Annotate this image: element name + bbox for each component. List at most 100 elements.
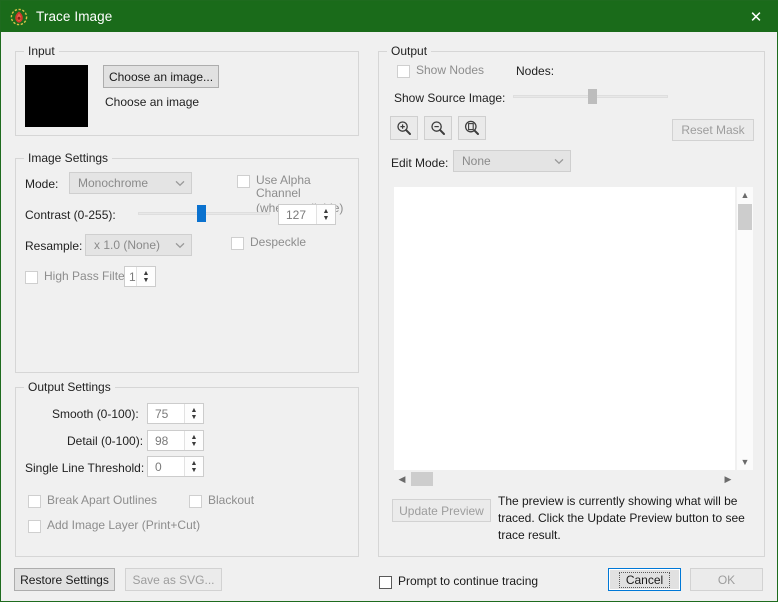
high-pass-filter-box [25,271,38,284]
single-line-threshold-stepper-down-icon[interactable]: ▼ [185,467,203,477]
zoom-out-icon[interactable] [424,116,452,140]
high-pass-filter-stepper-up-icon[interactable]: ▲ [137,267,155,277]
preview-vertical-scroll-thumb[interactable] [738,204,752,230]
cancel-button[interactable]: Cancel [608,568,681,591]
prompt-continue-tracing-box [379,576,392,589]
despeckle-checkbox[interactable]: Despeckle [231,236,306,250]
blackout-checkbox[interactable]: Blackout [189,494,254,508]
ok-button[interactable]: OK [690,568,763,591]
add-image-layer-label: Add Image Layer (Print+Cut) [47,518,201,532]
detail-stepper-down-icon[interactable]: ▼ [185,441,203,451]
use-alpha-channel-box [237,175,250,188]
preview-vertical-scrollbar[interactable]: ▲ ▼ [736,187,753,470]
detail-value: 98 [155,433,169,448]
contrast-stepper[interactable]: 127 ▲ ▼ [278,204,336,225]
high-pass-filter-label: High Pass Filter [44,269,129,283]
title-bar: Trace Image ✕ [1,1,778,32]
input-group-legend: Input [24,44,59,58]
chevron-down-icon [548,158,570,165]
edit-mode-label: Edit Mode: [391,156,449,170]
single-line-threshold-stepper-up-icon[interactable]: ▲ [185,457,203,467]
trace-preview-canvas[interactable] [394,187,735,470]
contrast-slider-thumb[interactable] [197,205,206,222]
show-source-image-label: Show Source Image: [394,91,506,105]
show-nodes-checkbox[interactable]: Show Nodes [397,64,484,78]
output-group-legend: Output [387,44,432,58]
input-thumbnail[interactable] [25,65,88,127]
nodes-label: Nodes: [516,64,555,78]
input-status-text: Choose an image [105,95,200,109]
edit-mode-select-value: None [462,154,491,168]
edit-mode-select[interactable]: None [453,150,571,172]
image-settings-legend: Image Settings [24,151,113,165]
smooth-label: Smooth (0-100): [52,407,139,421]
single-line-threshold-stepper[interactable]: 0 ▲ ▼ [147,456,204,477]
use-alpha-channel-label-line1: Use Alpha Channel [256,173,311,200]
choose-image-button[interactable]: Choose an image... [103,65,219,88]
break-apart-outlines-checkbox[interactable]: Break Apart Outlines [28,494,157,508]
detail-stepper-up-icon[interactable]: ▲ [185,431,203,441]
mode-select-value: Monochrome [78,176,149,190]
single-line-threshold-value: 0 [155,459,162,474]
trace-image-dialog: Trace Image ✕ Input Choose an image... C… [0,0,778,602]
blackout-label: Blackout [208,493,255,507]
zoom-fit-icon[interactable] [458,116,486,140]
detail-label: Detail (0-100): [67,434,144,448]
single-line-threshold-stepper-arrows[interactable]: ▲ ▼ [184,457,203,476]
scroll-left-icon[interactable]: ◀ [394,471,410,487]
save-as-svg-button[interactable]: Save as SVG... [125,568,222,591]
preview-horizontal-scrollbar[interactable]: ◀ ▶ [394,471,736,487]
despeckle-label: Despeckle [250,235,307,249]
show-nodes-label: Show Nodes [416,63,485,77]
update-preview-button[interactable]: Update Preview [392,499,491,522]
show-source-image-slider-thumb[interactable] [588,89,597,104]
window-title: Trace Image [36,9,113,24]
add-image-layer-box [28,520,41,533]
preview-help-line1: The preview is currently showing what wi… [498,494,738,508]
scroll-right-icon[interactable]: ▶ [720,471,736,487]
prompt-continue-tracing-label: Prompt to continue tracing [398,574,539,588]
high-pass-filter-checkbox[interactable]: High Pass Filter [25,270,129,284]
scroll-down-icon[interactable]: ▼ [737,454,753,470]
resample-select[interactable]: x 1.0 (None) [85,234,192,256]
add-image-layer-checkbox[interactable]: Add Image Layer (Print+Cut) [28,519,200,533]
contrast-slider[interactable] [138,204,270,222]
show-nodes-box [397,65,410,78]
cancel-button-label: Cancel [618,571,671,588]
chevron-down-icon [169,180,191,187]
detail-stepper-arrows[interactable]: ▲ ▼ [184,431,203,450]
detail-stepper[interactable]: 98 ▲ ▼ [147,430,204,451]
preview-help-text: The preview is currently showing what wi… [498,493,760,544]
break-apart-outlines-box [28,495,41,508]
high-pass-filter-stepper-down-icon[interactable]: ▼ [137,277,155,287]
smooth-stepper-down-icon[interactable]: ▼ [185,414,203,424]
close-icon[interactable]: ✕ [733,1,778,32]
smooth-stepper-arrows[interactable]: ▲ ▼ [184,404,203,423]
smooth-stepper-up-icon[interactable]: ▲ [185,404,203,414]
app-logo-icon [10,8,28,26]
resample-label: Resample: [25,239,83,253]
contrast-stepper-up-icon[interactable]: ▲ [317,205,335,215]
preview-horizontal-scroll-thumb[interactable] [411,472,433,486]
contrast-stepper-arrows[interactable]: ▲ ▼ [316,205,335,224]
blackout-box [189,495,202,508]
contrast-label: Contrast (0-255): [25,208,116,222]
contrast-value: 127 [286,207,307,222]
single-line-threshold-label: Single Line Threshold: [25,461,145,475]
restore-settings-button[interactable]: Restore Settings [14,568,115,591]
scroll-up-icon[interactable]: ▲ [737,187,753,203]
prompt-continue-tracing-checkbox[interactable]: Prompt to continue tracing [379,575,538,589]
show-source-image-slider[interactable] [513,87,668,105]
high-pass-filter-stepper-arrows[interactable]: ▲ ▼ [136,267,155,286]
mode-label: Mode: [25,177,59,191]
smooth-value: 75 [155,406,169,421]
chevron-down-icon [169,242,191,249]
break-apart-outlines-label: Break Apart Outlines [47,493,158,507]
smooth-stepper[interactable]: 75 ▲ ▼ [147,403,204,424]
mode-select[interactable]: Monochrome [69,172,192,194]
reset-mask-button[interactable]: Reset Mask [672,119,754,141]
high-pass-filter-stepper[interactable]: 1 ▲ ▼ [124,266,156,287]
zoom-in-icon[interactable] [390,116,418,140]
contrast-stepper-down-icon[interactable]: ▼ [317,215,335,225]
preview-help-line2: traced. Click the Update Preview button … [498,511,745,525]
